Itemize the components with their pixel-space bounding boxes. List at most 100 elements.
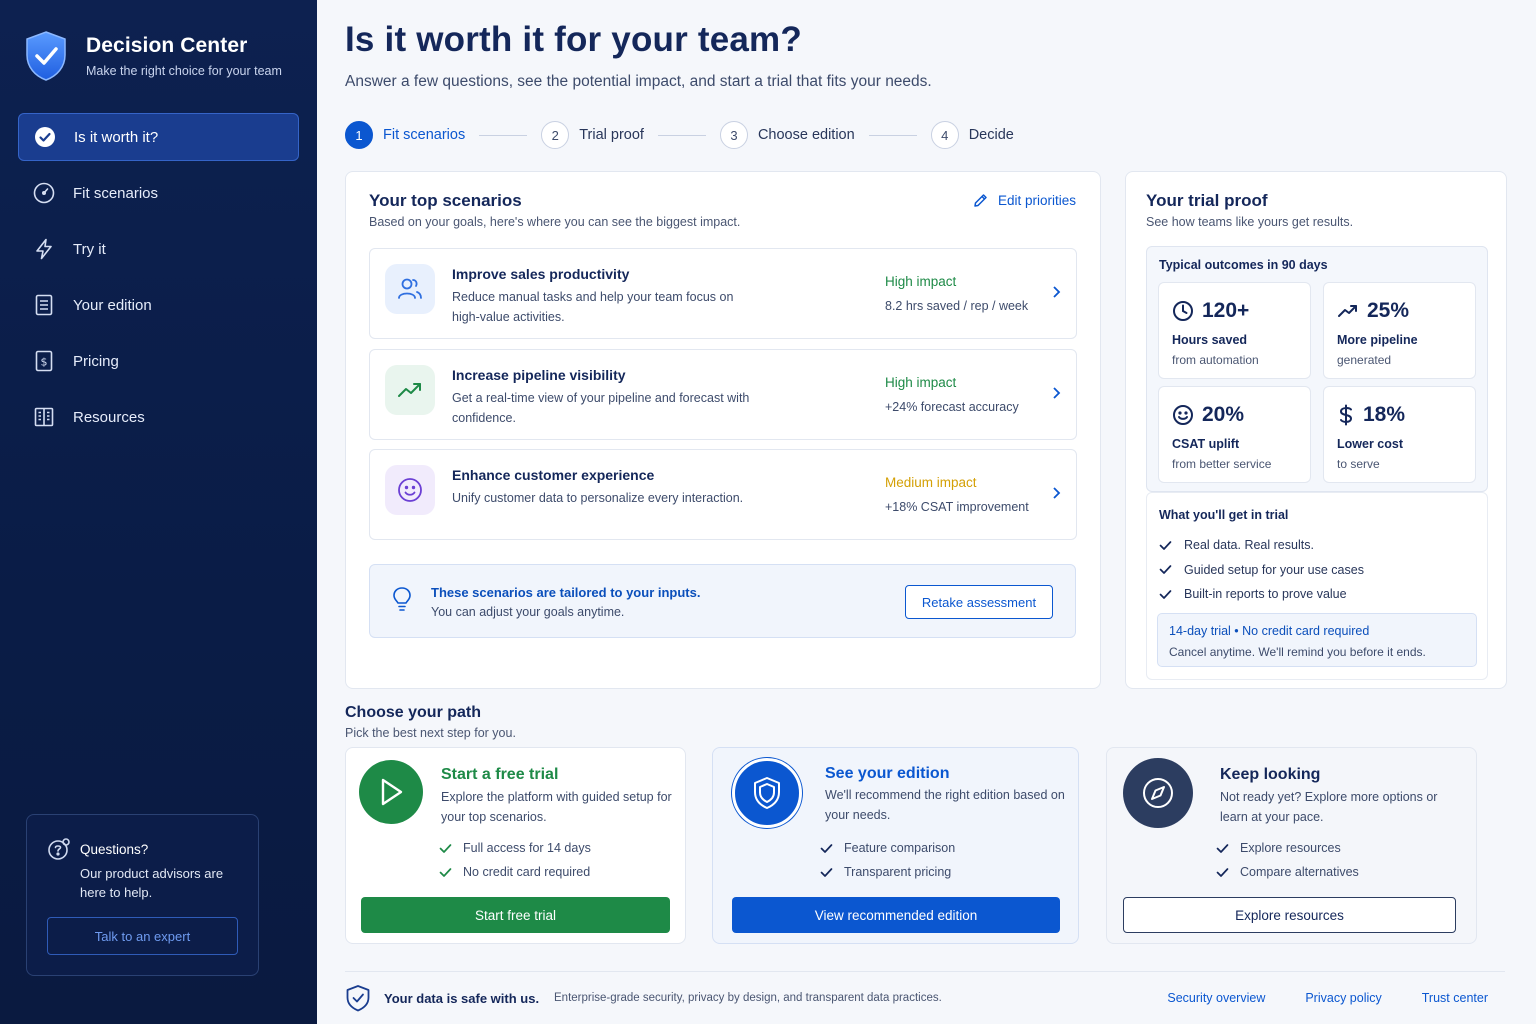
step-label: Trial proof — [579, 127, 644, 143]
security-overview-link[interactable]: Security overview — [1167, 991, 1265, 1005]
stat-label: Lower cost — [1337, 437, 1403, 451]
building-icon — [33, 406, 55, 428]
edit-priorities-link[interactable]: Edit priorities — [973, 193, 1076, 208]
impact-label: High impact — [885, 274, 957, 289]
sidebar-item-try-it[interactable]: Try it — [18, 225, 299, 273]
sidebar-item-pricing[interactable]: $ Pricing — [18, 337, 299, 385]
sidebar-item-label: Resources — [73, 408, 145, 426]
path-card-free-trial: Start a free trial Explore the platform … — [345, 747, 686, 944]
check-circle-icon — [34, 126, 56, 148]
step-trial-proof[interactable]: 2 Trial proof — [541, 121, 644, 149]
shield-check-logo-icon — [24, 30, 68, 82]
trial-benefits-panel: What you'll get in trial Real data. Real… — [1146, 492, 1488, 680]
step-label: Decide — [968, 127, 1014, 143]
privacy-policy-link[interactable]: Privacy policy — [1305, 991, 1381, 1005]
trial-benefits-title: What you'll get in trial — [1159, 508, 1289, 522]
sidebar-item-your-edition[interactable]: Your edition — [18, 281, 299, 329]
stat-value: 25% — [1367, 299, 1410, 322]
sidebar: Decision Center Make the right choice fo… — [0, 0, 317, 1024]
stat-sub: from automation — [1172, 353, 1259, 367]
stat-label: More pipeline — [1337, 333, 1418, 347]
list-item: Explore resources — [1216, 836, 1359, 860]
view-recommended-edition-button[interactable]: View recommended edition — [732, 897, 1060, 933]
page-title: Is it worth it for your team? — [345, 20, 802, 59]
list-item: Feature comparison — [820, 836, 955, 860]
path-card-title: Keep looking — [1220, 766, 1321, 783]
top-scenarios-card: Your top scenarios Based on your goals, … — [345, 171, 1101, 689]
step-connector — [868, 134, 917, 136]
list-item: Guided setup for your use cases — [1159, 558, 1364, 583]
stat-value: 120+ — [1202, 299, 1250, 322]
bolt-icon — [33, 238, 55, 260]
trial-terms: 14-day trial • No credit card required — [1169, 624, 1370, 638]
scenario-row-sales-productivity[interactable]: Improve sales productivity Reduce manual… — [369, 248, 1077, 339]
play-icon — [359, 760, 423, 824]
check-icon — [1159, 540, 1184, 551]
list-item: Real data. Real results. — [1159, 533, 1364, 558]
tip-title: These scenarios are tailored to your inp… — [431, 585, 701, 600]
path-card-list: Explore resources Compare alternatives — [1216, 836, 1359, 884]
check-icon — [1159, 589, 1184, 600]
check-icon — [1216, 843, 1240, 854]
users-icon — [385, 264, 435, 314]
path-card-see-edition: See your edition We'll recommend the rig… — [712, 747, 1079, 944]
trial-proof-card: Your trial proof See how teams like your… — [1125, 171, 1507, 689]
step-number: 3 — [719, 121, 748, 149]
path-card-list: Feature comparison Transparent pricing — [820, 836, 955, 884]
step-decide[interactable]: 4 Decide — [930, 121, 1014, 149]
path-title: Choose your path — [345, 704, 482, 721]
list-item: Transparent pricing — [820, 860, 955, 884]
tip-text: You can adjust your goals anytime. — [431, 605, 625, 619]
list-item: Compare alternatives — [1216, 860, 1359, 884]
step-choose-edition[interactable]: 3 Choose edition — [719, 121, 855, 149]
trend-up-icon — [1337, 300, 1367, 322]
scenario-row-customer-experience[interactable]: Enhance customer experience Unify custom… — [369, 449, 1077, 540]
trust-center-link[interactable]: Trust center — [1422, 991, 1488, 1005]
trial-proof-title: Your trial proof — [1146, 191, 1268, 210]
sidebar-item-resources[interactable]: Resources — [18, 393, 299, 441]
stat-hours-saved: 120+ Hours saved from automation — [1158, 282, 1311, 379]
impact-label: Medium impact — [885, 475, 977, 490]
compass-icon — [1123, 758, 1193, 828]
scenarios-title: Your top scenarios — [369, 191, 522, 210]
smile-icon — [385, 465, 435, 515]
check-icon — [1159, 564, 1184, 575]
start-free-trial-button[interactable]: Start free trial — [361, 897, 670, 933]
scenario-name: Increase pipeline visibility — [452, 367, 626, 383]
explore-resources-button[interactable]: Explore resources — [1123, 897, 1456, 933]
stat-value: 20% — [1202, 403, 1245, 426]
progress-steps: 1 Fit scenarios 2 Trial proof 3 Choose e… — [345, 121, 1014, 149]
step-connector — [657, 134, 706, 136]
stat-more-pipeline: 25% More pipeline generated — [1323, 282, 1476, 379]
path-card-desc: Not ready yet? Explore more options or l… — [1220, 790, 1438, 824]
step-connector — [479, 134, 528, 136]
check-icon — [439, 843, 463, 854]
impact-label: High impact — [885, 375, 957, 390]
scenario-name: Enhance customer experience — [452, 467, 655, 483]
footer-links: Security overview Privacy policy Trust c… — [1127, 991, 1488, 1005]
step-fit-scenarios[interactable]: 1 Fit scenarios — [345, 121, 465, 149]
trial-proof-subtitle: See how teams like yours get results. — [1146, 215, 1354, 229]
help-card: Questions? Our product advisors are here… — [26, 814, 259, 976]
trial-benefits-list: Real data. Real results. Guided setup fo… — [1159, 533, 1364, 607]
step-number: 4 — [930, 121, 959, 149]
scenario-row-pipeline-visibility[interactable]: Increase pipeline visibility Get a real-… — [369, 349, 1077, 440]
help-text: Our product advisors are here to help. — [80, 866, 224, 900]
chevron-right-icon — [1051, 386, 1061, 400]
path-card-desc: We'll recommend the right edition based … — [825, 788, 1065, 822]
shield-icon — [732, 758, 802, 828]
help-title: Questions? — [80, 842, 149, 857]
impact-metric: +18% CSAT improvement — [885, 500, 1029, 514]
step-number: 2 — [541, 121, 570, 149]
sidebar-nav: Is it worth it? Fit scenarios Try it You… — [18, 113, 299, 449]
brand-subtitle: Make the right choice for your team — [86, 64, 282, 78]
document-icon — [33, 294, 55, 316]
talk-to-expert-button[interactable]: Talk to an expert — [47, 917, 238, 955]
question-chat-icon — [47, 837, 71, 861]
list-item: Built-in reports to prove value — [1159, 582, 1364, 607]
shield-check-icon — [345, 984, 371, 1012]
sidebar-item-is-it-worth-it[interactable]: Is it worth it? — [18, 113, 299, 161]
chevron-right-icon — [1051, 486, 1061, 500]
sidebar-item-fit-scenarios[interactable]: Fit scenarios — [18, 169, 299, 217]
retake-assessment-button[interactable]: Retake assessment — [905, 585, 1053, 619]
